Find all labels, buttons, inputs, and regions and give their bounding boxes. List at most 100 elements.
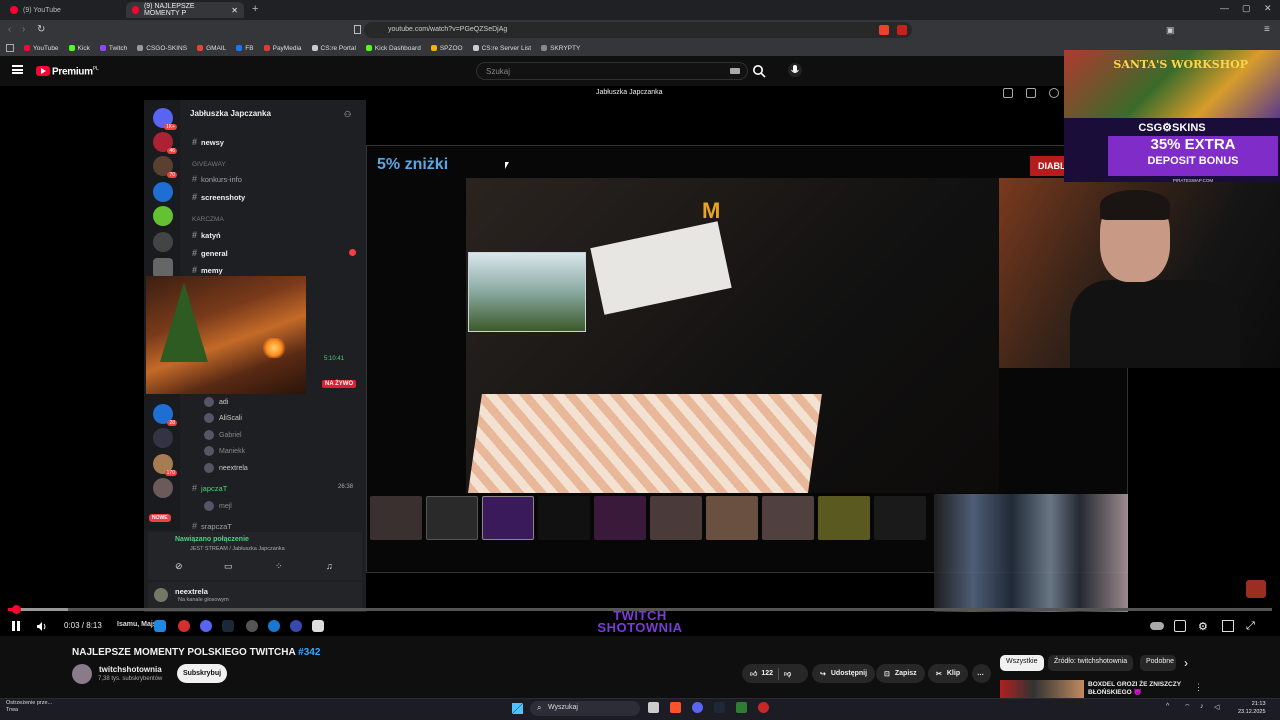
autoplay-toggle[interactable] [1150,622,1164,630]
youtube-premium-brand[interactable]: PremiumPL [52,66,99,77]
close-tab-icon[interactable]: ✕ [231,6,238,15]
youtube-logo-icon[interactable] [36,66,50,76]
rewards-icon[interactable] [897,25,907,35]
app-icon[interactable] [758,702,769,713]
minimize-icon[interactable]: — [1220,3,1229,13]
close-window-icon[interactable]: ✕ [1264,3,1272,14]
discord-server-icon: 170 [153,454,177,476]
category-karczma: KARCZMA [192,216,224,223]
back-icon[interactable]: ‹ [8,24,11,35]
chevron-up-icon[interactable]: ^ [1166,703,1169,710]
save-button[interactable]: ⊡ Zapisz [876,664,925,683]
more-vertical-icon[interactable]: ⋮ [1194,682,1203,693]
stream-time: 5:10:41 [324,356,345,362]
recommended-video-title[interactable]: BOXDEL GROZI ŻE ZNISZCZY BŁOŃSKIEGO 😈 [1088,681,1188,697]
bookmark-twitch[interactable]: Twitch [99,45,127,52]
recommended-video-thumbnail[interactable] [1000,680,1084,698]
channel-name[interactable]: twitchshotownia [99,665,162,674]
bookmark-kick[interactable]: Kick [68,45,90,52]
more-actions-button[interactable]: … [972,664,991,683]
settings-gear-icon[interactable]: ⚙ [1198,620,1210,633]
channel-avatar[interactable] [72,664,92,684]
category-giveaway: GIVEAWAY [192,161,226,168]
hamburger-menu-icon[interactable] [12,65,23,74]
discord-user-status: Na kanale głosowym [178,597,229,603]
taskbar-search[interactable]: Wyszukaj [530,701,640,716]
speaker-icon[interactable]: ◁ [1214,703,1219,711]
bookmark-gmail[interactable]: GMAIL [197,45,226,52]
voice-member: Maniekk [204,446,245,456]
bookmark-csre-portal[interactable]: CS:re Portal [311,45,356,52]
microphone-icon[interactable]: ♪ [1200,703,1204,710]
weather-widget[interactable]: Ostrzeżenie prze... Trwa [6,700,52,714]
progress-bar[interactable] [8,608,1272,611]
discord-server-icon [153,182,173,202]
chip-source[interactable]: Źródło: twitchshotownia [1048,655,1134,671]
search-icon: ⌕ [537,703,542,712]
bookmark-spzoo[interactable]: SPZOO [430,45,463,52]
file-explorer-icon[interactable] [648,702,659,713]
fireplace-flame-image [262,338,286,358]
like-dislike-group: 👍︎ 122 👎︎ [742,664,808,683]
scrubber-handle[interactable] [11,605,21,614]
network-icon[interactable]: ⌔ [1184,703,1191,712]
keyboard-icon[interactable] [730,68,740,74]
chip-similar[interactable]: Podobne [1140,655,1176,671]
stream-channel-label: Jabłuszka Japczanka [596,89,663,96]
channel-newsy: # newsy [192,137,224,147]
hashtag-link[interactable]: #342 [298,647,320,658]
participant-thumbnail [874,496,926,540]
browser-menu-icon[interactable]: ≡ [1264,24,1270,35]
discord-server-icon: 28 [153,404,177,426]
new-tab-icon[interactable]: + [252,3,258,15]
sidebar-toggle-icon[interactable]: ▣ [1166,25,1175,36]
volume-button[interactable] [36,621,46,631]
capture-icon [1026,88,1036,98]
channel-memy: # memy [192,265,223,275]
bookmark-skrypty[interactable]: SKRYPTY [541,45,580,52]
url-field[interactable]: youtube.com/watch?v=PGeQZSeDjAg [364,22,912,38]
voice-search-button[interactable] [788,63,802,77]
excel-icon[interactable] [736,702,747,713]
apps-icon[interactable] [6,44,14,52]
discord-username: neextrela [175,587,208,596]
brave-browser-icon[interactable] [670,702,681,713]
tab-youtube[interactable]: (9) YouTube [4,2,122,18]
bookmark-csgo-skins[interactable]: CSGO-SKINS [137,45,187,52]
clip-button[interactable]: ✂ Klip [928,664,969,683]
twitch-shotownia-watermark: TWITCH SHOTOWNIA [597,608,683,635]
participant-thumbnail [370,496,422,540]
discord-icon[interactable] [692,702,703,713]
participant-thumbnail [650,496,702,540]
bookmark-csre-server-list[interactable]: CS:re Server List [472,45,531,52]
windows-start-icon[interactable] [512,703,523,714]
bookmark-youtube[interactable]: YouTube [24,45,59,52]
system-clock[interactable]: 21:13 23.12.2025 [1238,700,1266,716]
bookmark-kick-dashboard[interactable]: Kick Dashboard [365,45,421,52]
like-button[interactable]: 👍︎ 122 [750,669,773,678]
bookmark-page-icon[interactable] [354,25,361,34]
voice-member: Gabriel [204,430,242,440]
search-input[interactable]: Szukaj [476,62,748,80]
brave-shields-icon[interactable] [879,25,889,35]
subscribe-button[interactable]: Subskrybuj [177,664,227,683]
subtitles-button[interactable] [1174,620,1186,632]
share-button[interactable]: ↪ Udostępnij [812,664,876,683]
voice-member: adi [204,397,228,407]
bookmark-fb[interactable]: FB [236,45,254,52]
thumbs-down-icon[interactable]: 👎︎ [784,669,791,678]
search-button[interactable] [752,64,770,78]
fullscreen-icon[interactable]: ⤢ [1246,620,1258,632]
forward-icon[interactable]: › [22,24,25,35]
maximize-icon[interactable]: ▢ [1242,3,1251,14]
pause-button[interactable] [12,621,20,631]
theater-mode-button[interactable] [1222,620,1234,632]
tab-active-video[interactable]: (9) NAJLEPSZE MOMENTY P ✕ [126,2,244,18]
chevron-right-icon[interactable]: › [1184,656,1188,670]
reload-icon[interactable]: ↻ [37,24,45,35]
flag-icon [1003,88,1013,98]
bookmark-paymedia[interactable]: PayMedia [263,45,302,52]
chip-all[interactable]: Wszystkie [1000,655,1044,671]
ad-promo-line1: 35% EXTRA [1150,136,1236,153]
steam-icon[interactable] [714,702,725,713]
